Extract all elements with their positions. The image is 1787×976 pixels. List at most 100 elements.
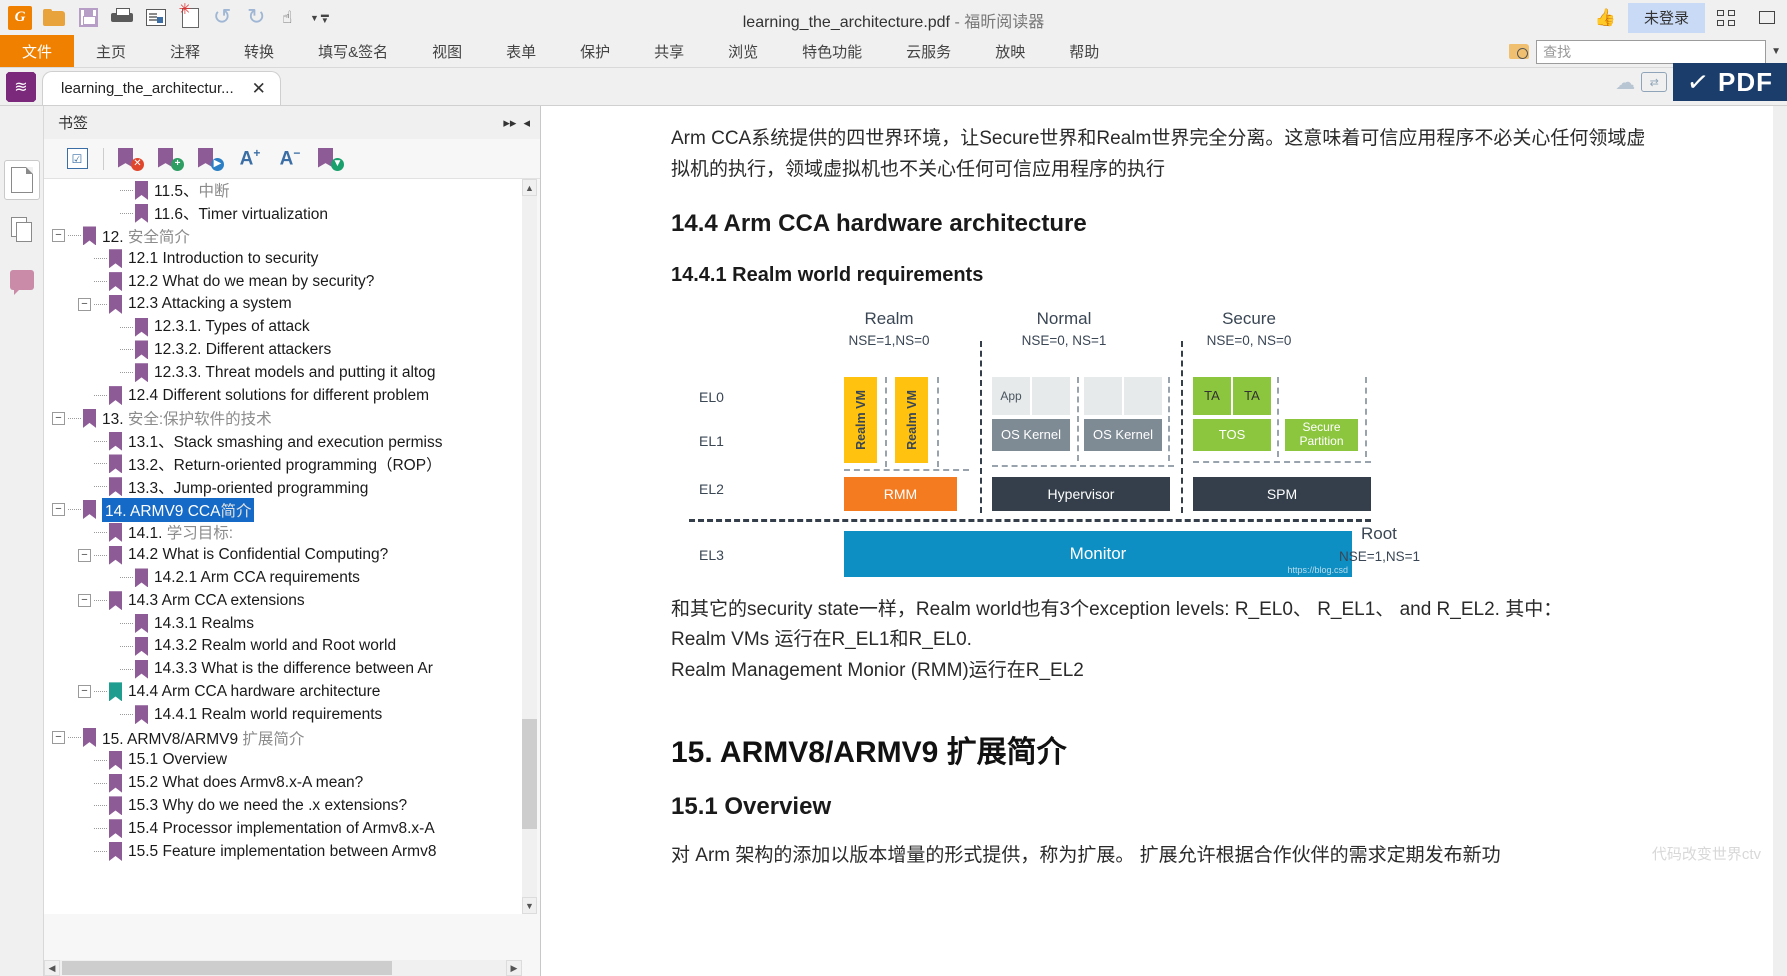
h-scrollbar-thumb[interactable] xyxy=(62,961,392,975)
login-status-button[interactable]: 未登录 xyxy=(1627,2,1705,33)
pin-panel-icon[interactable]: ◂ xyxy=(523,115,530,131)
menu-item-12[interactable]: 放映 xyxy=(973,35,1047,67)
decrease-font-button[interactable]: A− xyxy=(271,143,309,175)
bookmark-item[interactable]: 11.6、Timer virtualization xyxy=(44,202,522,225)
bookmark-item[interactable]: − 14.2 What is Confidential Computing? xyxy=(44,544,522,567)
collapse-panel-icon[interactable]: ▸▸ xyxy=(503,115,516,131)
rail-page-view-button[interactable] xyxy=(3,160,40,200)
rail-comments-button[interactable] xyxy=(4,260,40,300)
share-button[interactable]: 👍 xyxy=(1583,0,1628,35)
bookmark-item[interactable]: 11.5、中断 xyxy=(44,179,522,202)
bookmark-item[interactable]: 13.2、Return-oriented programming（ROP） xyxy=(44,453,522,476)
bookmark-item-label: 15.5 Feature implementation between Armv… xyxy=(128,842,437,860)
bookmark-item[interactable]: − 15. ARMV8/ARMV9 扩展简介 xyxy=(44,726,522,749)
bookmark-collapse-toggle[interactable]: − xyxy=(78,594,91,608)
menu-item-3[interactable]: 转换 xyxy=(222,35,296,67)
bookmark-collapse-toggle[interactable]: − xyxy=(52,229,65,243)
close-icon[interactable]: ✕ xyxy=(252,80,266,97)
bookmark-collapse-toggle[interactable]: − xyxy=(78,297,91,311)
bookmark-collapse-toggle[interactable]: − xyxy=(78,685,91,699)
menu-item-10[interactable]: 特色功能 xyxy=(780,35,884,67)
checklist-button[interactable]: ☑ xyxy=(58,143,96,175)
bookmark-collapse-toggle[interactable]: − xyxy=(78,548,91,562)
bookmark-item[interactable]: − 12. 安全简介 xyxy=(44,225,522,248)
sync-icon[interactable]: ⇄ xyxy=(1641,72,1668,92)
bookmark-flag-icon xyxy=(135,317,148,337)
bookmark-item[interactable]: − 14.4 Arm CCA hardware architecture xyxy=(44,681,522,704)
menu-item-5[interactable]: 视图 xyxy=(410,35,484,67)
menu-item-2[interactable]: 注释 xyxy=(148,35,222,67)
bookmark-collapse-toggle[interactable]: − xyxy=(52,503,65,517)
realm-divider-1 xyxy=(885,376,887,467)
bookmark-item[interactable]: − 14.3 Arm CCA extensions xyxy=(44,589,522,612)
chevron-down-icon[interactable]: ▼ xyxy=(1771,46,1781,57)
bookmark-item-label: 12. 安全简介 xyxy=(102,228,190,246)
tree-connector xyxy=(68,737,81,739)
bookmark-item[interactable]: 13.3、Jump-oriented programming xyxy=(44,475,522,498)
bookmark-collapse-toggle[interactable]: − xyxy=(52,731,65,745)
document-vertical-scrollbar[interactable] xyxy=(1773,106,1787,976)
bookmark-item[interactable]: 14.3.2 Realm world and Root world xyxy=(44,635,522,658)
bookmark-item[interactable]: 14.3.3 What is the difference between Ar xyxy=(44,658,522,681)
bookmark-collapse-toggle[interactable]: − xyxy=(52,411,65,425)
menu-item-0[interactable]: 文件 xyxy=(0,35,75,67)
document-viewer[interactable]: Arm CCA系统提供的四世界环境，让Secure世界和Realm世界完全分离。… xyxy=(541,106,1787,976)
cloud-icon[interactable]: ☁ xyxy=(1615,70,1635,95)
scroll-up-icon[interactable]: ▲ xyxy=(522,179,537,196)
bookmark-flag-icon xyxy=(135,363,148,383)
menu-item-11[interactable]: 云服务 xyxy=(884,35,973,67)
bookmark-item[interactable]: 14.1. 学习目标: xyxy=(44,521,522,544)
bookmark-item[interactable]: 14.2.1 Arm CCA requirements xyxy=(44,567,522,590)
search-input[interactable]: 查找 xyxy=(1536,39,1767,64)
menu-item-13[interactable]: 帮助 xyxy=(1047,35,1121,67)
bookmark-item[interactable]: − 13. 安全:保护软件的技术 xyxy=(44,407,522,430)
bookmark-item[interactable]: − 12.3 Attacking a system xyxy=(44,293,522,316)
increase-font-button[interactable]: A+ xyxy=(231,143,269,175)
el3-separator xyxy=(689,518,1371,522)
bookmark-item[interactable]: 12.1 Introduction to security xyxy=(44,247,522,270)
menu-item-8[interactable]: 共享 xyxy=(632,35,706,67)
fullscreen-button[interactable] xyxy=(1705,0,1747,35)
menu-item-4[interactable]: 填写&签名 xyxy=(296,35,410,67)
restore-window-button[interactable] xyxy=(1747,0,1787,35)
search-icon[interactable] xyxy=(1509,42,1531,61)
scroll-right-icon[interactable]: ▶ xyxy=(506,960,522,976)
bookmark-item[interactable]: 14.3.1 Realms xyxy=(44,612,522,635)
bookmark-item[interactable]: 14.4.1 Realm world requirements xyxy=(44,703,522,726)
bookmark-item[interactable]: 12.3.3. Threat models and putting it alt… xyxy=(44,361,522,384)
bookmark-item[interactable]: 15.2 What does Armv8.x-A mean? xyxy=(44,772,522,795)
bookmark-flag-icon xyxy=(135,340,148,360)
scrollbar-thumb[interactable] xyxy=(522,719,537,829)
bookmark-item[interactable]: 15.4 Processor implementation of Armv8.x… xyxy=(44,817,522,840)
bookmark-flag-icon xyxy=(109,682,122,702)
document-tab[interactable]: learning_the_architectur... ✕ xyxy=(42,71,281,105)
menu-item-9[interactable]: 浏览 xyxy=(706,35,780,67)
bookmark-item[interactable]: − 14. ARMV9 CCA简介 xyxy=(44,497,522,522)
delete-bookmark-button[interactable]: ✕ xyxy=(111,143,149,175)
bookmark-item[interactable]: 13.1、Stack smashing and execution permis… xyxy=(44,430,522,453)
menu-item-1[interactable]: 主页 xyxy=(74,35,148,67)
menu-item-6[interactable]: 表单 xyxy=(484,35,558,67)
document-tab-label: learning_the_architectur... xyxy=(61,80,234,97)
bookmark-horizontal-scrollbar[interactable]: ◀ ▶ xyxy=(44,960,522,976)
rail-thumbnails-button[interactable] xyxy=(4,210,40,250)
bookmark-vertical-scrollbar[interactable]: ▲ ▼ xyxy=(522,179,537,914)
secure-divider-2 xyxy=(1365,376,1367,457)
scroll-down-icon[interactable]: ▼ xyxy=(522,897,537,914)
bookmark-item[interactable]: 15.3 Why do we need the .x extensions? xyxy=(44,795,522,818)
bookmark-tree[interactable]: 11.5、中断 11.6、Timer virtualization − 12. 安全简… xyxy=(44,179,522,914)
bookmark-item[interactable]: 15.1 Overview xyxy=(44,749,522,772)
expand-bookmarks-button[interactable]: ▼ xyxy=(311,143,349,175)
realm-el2-separator xyxy=(844,468,969,471)
add-bookmark-button[interactable]: + xyxy=(151,143,189,175)
bookmark-item[interactable]: 12.3.2. Different attackers xyxy=(44,339,522,362)
tos-box: TOS xyxy=(1193,418,1271,451)
bookmark-item[interactable]: 12.4 Different solutions for different p… xyxy=(44,384,522,407)
menu-item-7[interactable]: 保护 xyxy=(558,35,632,67)
bookmark-item[interactable]: 12.3.1. Types of attack xyxy=(44,316,522,339)
bookmark-item[interactable]: 15.5 Feature implementation between Armv… xyxy=(44,840,522,863)
realm-vm-box-2: Realm VM xyxy=(895,376,928,463)
scroll-left-icon[interactable]: ◀ xyxy=(44,960,60,976)
bookmark-item[interactable]: 12.2 What do we mean by security? xyxy=(44,270,522,293)
goto-bookmark-button[interactable]: ▶ xyxy=(191,143,229,175)
